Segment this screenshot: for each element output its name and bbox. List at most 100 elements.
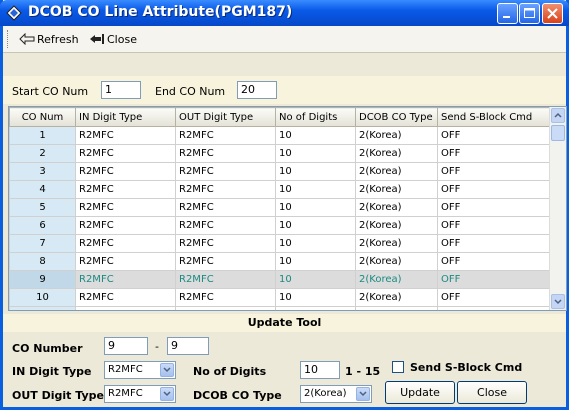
close-button[interactable]: Close — [457, 381, 527, 404]
title-bar[interactable]: DCOB CO Line Attribute(PGM187) — [0, 0, 569, 26]
table-cell[interactable]: R2MFC — [175, 216, 276, 235]
table-row[interactable]: 7 R2MFC R2MFC 10 2(Korea) OFF — [9, 234, 551, 253]
table-cell[interactable]: 2(Korea) — [355, 162, 438, 181]
table-cell[interactable]: R2MFC — [75, 144, 176, 163]
table-cell[interactable]: OFF — [437, 144, 551, 163]
table-cell[interactable]: 2(Korea) — [355, 198, 438, 217]
table-cell[interactable]: 1 — [9, 126, 76, 145]
co-to-input[interactable]: 9 — [167, 337, 209, 355]
table-cell[interactable]: 10 — [275, 162, 356, 181]
table-cell[interactable]: 10 — [275, 144, 356, 163]
dropdown-arrow[interactable] — [160, 387, 174, 401]
update-button[interactable]: Update — [385, 381, 455, 404]
table-cell[interactable]: 10 — [275, 252, 356, 271]
table-cell[interactable]: R2MFC — [175, 162, 276, 181]
table-cell[interactable]: R2MFC — [75, 162, 176, 181]
table-cell[interactable]: OFF — [437, 180, 551, 199]
table-cell[interactable]: R2MFC — [75, 198, 176, 217]
vertical-scrollbar[interactable] — [549, 107, 566, 310]
table-cell[interactable]: R2MFC — [175, 234, 276, 253]
table-cell[interactable]: R2MFC — [175, 144, 276, 163]
dcob-type-select[interactable]: 2(Korea) — [300, 385, 372, 403]
table-row[interactable]: 2 R2MFC R2MFC 10 2(Korea) OFF — [9, 144, 551, 163]
table-cell[interactable]: OFF — [437, 270, 551, 289]
table-cell[interactable]: R2MFC — [75, 252, 176, 271]
table-cell[interactable]: 2(Korea) — [355, 180, 438, 199]
digits-input[interactable]: 10 — [300, 361, 340, 379]
table-cell[interactable]: 2(Korea) — [355, 252, 438, 271]
table-cell[interactable]: OFF — [437, 306, 551, 310]
table-cell[interactable]: 10 — [275, 234, 356, 253]
table-cell[interactable]: 4 — [9, 180, 76, 199]
table-row[interactable]: 9 R2MFC R2MFC 10 2(Korea) OFF — [9, 270, 551, 289]
table-cell[interactable]: OFF — [437, 162, 551, 181]
table-cell[interactable]: 8 — [9, 252, 76, 271]
table-cell[interactable]: R2MFC — [175, 180, 276, 199]
table-cell[interactable]: 2(Korea) — [355, 288, 438, 307]
table-cell[interactable]: R2MFC — [75, 126, 176, 145]
maximize-button[interactable] — [519, 3, 540, 24]
close-window-button[interactable] — [542, 3, 563, 24]
col-header[interactable]: OUT Digit Type — [175, 107, 276, 127]
co-from-input[interactable]: 9 — [104, 337, 148, 355]
table-cell[interactable]: 2 — [9, 144, 76, 163]
col-header[interactable]: No of Digits — [275, 107, 356, 127]
table-cell[interactable]: 2(Korea) — [355, 126, 438, 145]
table-cell[interactable]: 10 — [275, 198, 356, 217]
table-cell[interactable]: R2MFC — [75, 288, 176, 307]
table-row[interactable]: 8 R2MFC R2MFC 10 2(Korea) OFF — [9, 252, 551, 271]
col-header[interactable]: Send S-Block Cmd — [437, 107, 551, 127]
table-cell[interactable]: 2(Korea) — [355, 144, 438, 163]
table-cell[interactable]: 2(Korea) — [355, 270, 438, 289]
table-cell[interactable]: R2MFC — [75, 234, 176, 253]
table-cell[interactable]: 10 — [9, 288, 76, 307]
table-cell[interactable]: OFF — [437, 234, 551, 253]
table-cell[interactable]: R2MFC — [75, 306, 176, 310]
in-digit-select[interactable]: R2MFC — [104, 361, 176, 379]
start-co-input[interactable]: 1 — [101, 81, 141, 99]
table-cell[interactable]: 6 — [9, 216, 76, 235]
table-cell[interactable]: 7 — [9, 234, 76, 253]
scroll-down-button[interactable] — [551, 294, 565, 309]
table-cell[interactable]: 11 — [9, 306, 76, 310]
table-row[interactable]: 6 R2MFC R2MFC 10 2(Korea) OFF — [9, 216, 551, 235]
table-cell[interactable]: R2MFC — [175, 126, 276, 145]
table-cell[interactable]: OFF — [437, 198, 551, 217]
table-cell[interactable]: 10 — [275, 288, 356, 307]
table-row[interactable]: 4 R2MFC R2MFC 10 2(Korea) OFF — [9, 180, 551, 199]
col-header[interactable]: DCOB CO Type — [355, 107, 438, 127]
table-cell[interactable]: 10 — [275, 126, 356, 145]
table-row[interactable]: 5 R2MFC R2MFC 10 2(Korea) OFF — [9, 198, 551, 217]
table-cell[interactable]: R2MFC — [175, 306, 276, 310]
scroll-thumb[interactable] — [551, 125, 565, 141]
table-cell[interactable]: R2MFC — [175, 198, 276, 217]
col-header[interactable]: IN Digit Type — [75, 107, 176, 127]
table-row[interactable]: 1 R2MFC R2MFC 10 2(Korea) OFF — [9, 126, 551, 145]
table-cell[interactable]: 3 — [9, 162, 76, 181]
close-tool-button[interactable]: Close — [89, 31, 137, 47]
table-cell[interactable]: 10 — [275, 270, 356, 289]
scroll-up-button[interactable] — [551, 108, 565, 123]
minimize-button[interactable] — [497, 3, 518, 24]
table-row[interactable]: 11R2MFCR2MFC102(Korea)OFF — [9, 306, 551, 310]
table-cell[interactable]: 2(Korea) — [355, 234, 438, 253]
table-cell[interactable]: R2MFC — [175, 270, 276, 289]
toolbar-grip[interactable] — [7, 30, 11, 48]
dropdown-arrow[interactable] — [356, 387, 370, 401]
out-digit-select[interactable]: R2MFC — [104, 385, 176, 403]
table-cell[interactable]: 2(Korea) — [355, 306, 438, 310]
co-line-grid[interactable]: CO Num IN Digit Type OUT Digit Type No o… — [8, 106, 567, 311]
table-cell[interactable]: OFF — [437, 288, 551, 307]
table-row[interactable]: 3 R2MFC R2MFC 10 2(Korea) OFF — [9, 162, 551, 181]
table-cell[interactable]: 10 — [275, 180, 356, 199]
table-cell[interactable]: R2MFC — [175, 288, 276, 307]
table-cell[interactable]: OFF — [437, 252, 551, 271]
refresh-button[interactable]: Refresh — [19, 31, 79, 47]
table-cell[interactable]: R2MFC — [175, 252, 276, 271]
table-row[interactable]: 10 R2MFC R2MFC 10 2(Korea) OFF — [9, 288, 551, 307]
table-cell[interactable]: R2MFC — [75, 180, 176, 199]
table-cell[interactable]: OFF — [437, 126, 551, 145]
table-cell[interactable]: 2(Korea) — [355, 216, 438, 235]
table-cell[interactable]: 10 — [275, 306, 356, 310]
table-cell[interactable]: 9 — [9, 270, 76, 289]
